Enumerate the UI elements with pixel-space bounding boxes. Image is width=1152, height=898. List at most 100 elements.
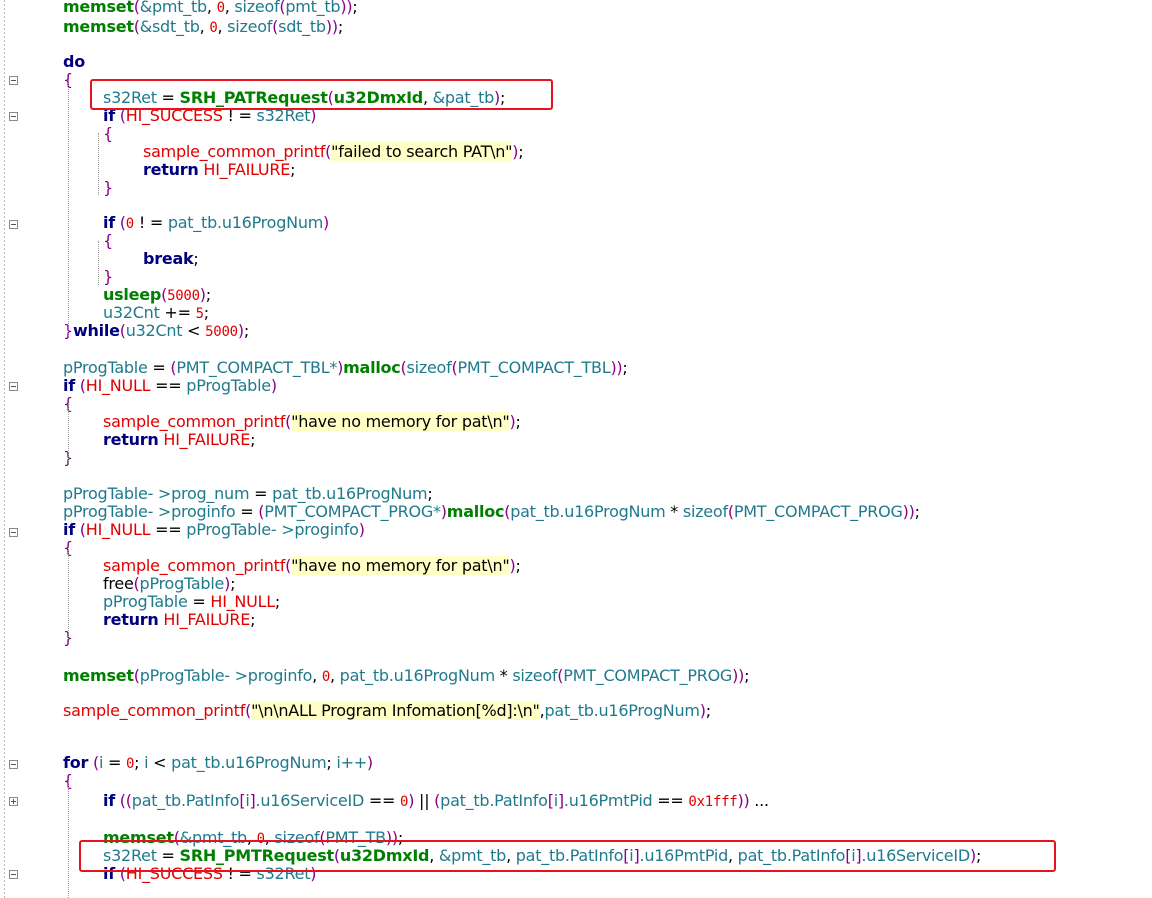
code-token: pat_tb.PatInfo — [440, 791, 548, 810]
code-token: HI_NULL — [210, 592, 275, 611]
code-line: do — [63, 53, 85, 71]
code-token: , — [224, 0, 235, 16]
code-token: .u16ServiceID — [255, 791, 365, 810]
code-token: = — [103, 753, 126, 772]
code-token: += — [159, 303, 196, 322]
code-token: HI_FAILURE — [163, 610, 251, 629]
code-token: pat_tb.u16ProgNum — [510, 502, 666, 521]
code-token: 0 — [400, 794, 409, 810]
fold-collapse-icon[interactable] — [9, 112, 18, 121]
code-token: 5000 — [205, 324, 238, 340]
code-line: sample_common_printf("failed to search P… — [143, 142, 524, 161]
code-line: if (HI_NULL == pProgTable- >proginfo) — [63, 521, 365, 539]
code-token: HI_NULL — [85, 376, 151, 395]
code-token: 0 — [321, 669, 330, 685]
code-token: sizeof — [406, 358, 452, 377]
code-token: sample_common_printf — [63, 701, 246, 720]
code-token: ; — [230, 574, 236, 593]
code-token: ; — [914, 502, 920, 521]
code-token: sample_common_printf — [103, 412, 286, 431]
code-token: , — [312, 666, 322, 685]
fold-collapse-icon[interactable] — [9, 760, 18, 769]
code-token: pProgTable — [103, 592, 188, 611]
code-token: == — [652, 791, 689, 810]
code-token: == — [364, 791, 401, 810]
code-line: sample_common_printf("\n\nALL Program In… — [63, 701, 711, 720]
code-token: pmt_tb — [285, 0, 341, 16]
code-token: , — [217, 17, 228, 36]
code-line: break; — [143, 250, 199, 268]
code-token: == — [150, 520, 187, 539]
code-token: pat_tb.PatInfo — [131, 791, 240, 810]
code-token: 0 — [209, 20, 218, 36]
code-token: ; — [250, 430, 256, 449]
code-token: memset — [63, 17, 134, 36]
fold-collapse-icon[interactable] — [9, 528, 18, 537]
code-token: , — [206, 0, 217, 16]
indent-guide — [68, 403, 69, 463]
code-token: 0 — [125, 216, 134, 232]
code-token: = — [249, 484, 273, 503]
code-token: 5000 — [167, 288, 200, 304]
indent-guide — [98, 133, 99, 195]
code-line: } — [103, 268, 113, 286]
code-token: sample_common_printf — [143, 142, 326, 161]
code-token: "\n\nALL Program Infomation[%d]:\n" — [251, 701, 540, 720]
code-token: "have no memory for pat\n" — [291, 412, 510, 431]
code-line: u32Cnt += 5; — [103, 303, 209, 323]
code-line: memset(pProgTable- >proginfo, 0, pat_tb.… — [63, 666, 749, 686]
code-token: (( — [119, 791, 132, 810]
fold-collapse-icon[interactable] — [9, 220, 18, 229]
code-token: return — [103, 430, 159, 449]
code-token: i++ — [336, 753, 367, 772]
highlight-box — [90, 79, 553, 110]
code-token: malloc — [343, 358, 401, 377]
code-token: malloc — [446, 502, 505, 521]
code-token: ) — [323, 213, 330, 232]
indent-guide — [68, 549, 69, 639]
fold-expand-icon[interactable] — [9, 797, 18, 806]
code-token: memset — [63, 0, 134, 16]
code-token: || — [414, 791, 435, 810]
code-token: * — [665, 502, 683, 521]
code-token: ; — [337, 17, 343, 36]
code-line: if (HI_NULL == pProgTable) — [63, 377, 277, 395]
code-line: return HI_FAILURE; — [103, 610, 256, 629]
code-token: memset — [63, 666, 134, 685]
code-token: PMT_COMPACT_PROG — [733, 502, 903, 521]
code-token: )) — [737, 791, 750, 810]
code-token: , — [199, 17, 210, 36]
code-token: pProgTable — [186, 376, 271, 395]
code-line: memset(&sdt_tb, 0, sizeof(sdt_tb)); — [63, 17, 343, 37]
code-token: , — [330, 666, 340, 685]
code-line: if ((pat_tb.PatInfo[i].u16ServiceID == 0… — [103, 791, 769, 811]
code-token: ... — [749, 791, 769, 810]
highlight-box — [79, 840, 1056, 872]
code-token: "have no memory for pat\n" — [291, 556, 510, 575]
indent-guide — [68, 780, 69, 898]
code-token: &sdt_tb — [139, 17, 200, 36]
code-token: pProgTable- >proginfo — [139, 666, 313, 685]
code-token: HI_FAILURE — [163, 430, 251, 449]
code-line: memset(&pmt_tb, 0, sizeof(pmt_tb)); — [63, 0, 358, 16]
code-line: { — [103, 125, 113, 143]
code-token: HI_NULL — [85, 520, 151, 539]
code-token: do — [63, 52, 85, 71]
code-token: { — [103, 231, 113, 250]
code-token: ; — [515, 556, 521, 575]
code-token: ; — [193, 249, 199, 268]
code-token: &pmt_tb — [139, 0, 207, 16]
code-line: free(pProgTable); — [103, 574, 236, 593]
code-token: ; — [250, 610, 256, 629]
code-token: if — [63, 376, 75, 395]
code-token: sample_common_printf — [103, 556, 286, 575]
code-token: = — [147, 358, 171, 377]
code-token: HI_FAILURE — [203, 160, 291, 179]
fold-collapse-icon[interactable] — [9, 76, 18, 85]
code-token: )) — [325, 17, 338, 36]
code-token: } — [103, 178, 113, 197]
fold-collapse-icon[interactable] — [9, 382, 18, 391]
code-line: pProgTable- >proginfo = (PMT_COMPACT_PRO… — [63, 503, 920, 521]
code-token: 0x1fff — [688, 794, 738, 810]
fold-collapse-icon[interactable] — [9, 870, 18, 879]
